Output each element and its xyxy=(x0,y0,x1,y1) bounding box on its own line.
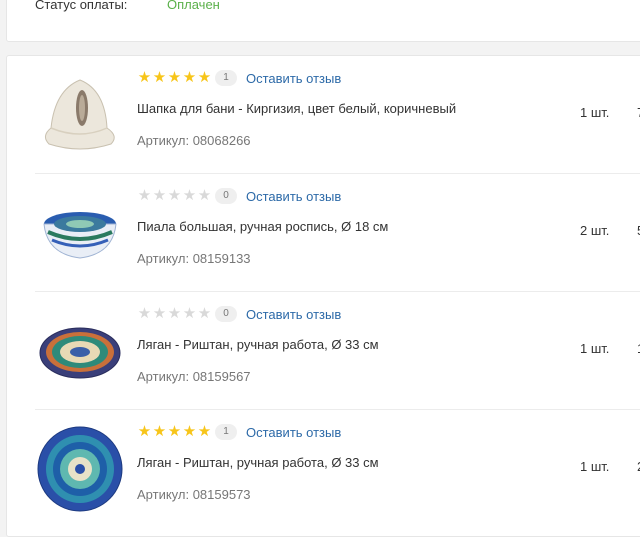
payment-status-label: Статус оплаты: xyxy=(35,0,128,12)
review-count-badge: 1 xyxy=(215,70,237,86)
payment-status-value: Оплачен xyxy=(167,0,220,12)
list-item: ★ ★ ★ ★ ★ 1 Оставить отзыв Ляган - Ришта… xyxy=(7,410,640,528)
bath-hat-image xyxy=(45,79,115,150)
product-quantity: 1 шт. xyxy=(580,459,610,474)
leave-review-link[interactable]: Оставить отзыв xyxy=(246,307,341,322)
product-quantity: 1 шт. xyxy=(580,341,610,356)
star-icon: ★ xyxy=(197,423,212,440)
star-icon: ★ xyxy=(152,69,167,86)
review-count-badge: 1 xyxy=(215,424,237,440)
product-title[interactable]: Ляган - Риштан, ручная работа, Ø 33 см xyxy=(137,337,379,352)
star-icon: ★ xyxy=(152,187,167,204)
product-sku: Артикул: 08159133 xyxy=(137,251,251,266)
star-icon: ★ xyxy=(167,187,182,204)
list-item: ★ ★ ★ ★ ★ 1 Оставить отзыв Шапка для бан… xyxy=(7,56,640,174)
star-icon: ★ xyxy=(167,423,182,440)
star-icon: ★ xyxy=(182,69,197,86)
leave-review-link[interactable]: Оставить отзыв xyxy=(246,189,341,204)
star-icon: ★ xyxy=(137,305,152,322)
star-icon: ★ xyxy=(152,305,167,322)
star-icon: ★ xyxy=(137,69,152,86)
product-title[interactable]: Ляган - Риштан, ручная работа, Ø 33 см xyxy=(137,455,379,470)
star-icon: ★ xyxy=(182,187,197,204)
product-sku: Артикул: 08159567 xyxy=(137,369,251,384)
product-quantity: 2 шт. xyxy=(580,223,610,238)
plate-image xyxy=(39,327,121,379)
review-count-badge: 0 xyxy=(215,188,237,204)
star-icon: ★ xyxy=(197,69,212,86)
rating-stars: ★ ★ ★ ★ ★ 0 Оставить отзыв xyxy=(137,305,341,323)
star-icon: ★ xyxy=(197,187,212,204)
star-icon: ★ xyxy=(167,305,182,322)
rating-stars: ★ ★ ★ ★ ★ 0 Оставить отзыв xyxy=(137,187,341,205)
star-icon: ★ xyxy=(197,305,212,322)
plate-image xyxy=(37,426,123,512)
star-icon: ★ xyxy=(152,423,167,440)
list-item: ★ ★ ★ ★ ★ 0 Оставить отзыв Пиала большая… xyxy=(7,174,640,292)
star-icon: ★ xyxy=(182,305,197,322)
leave-review-link[interactable]: Оставить отзыв xyxy=(246,71,341,86)
rating-stars: ★ ★ ★ ★ ★ 1 Оставить отзыв xyxy=(137,423,341,441)
leave-review-link[interactable]: Оставить отзыв xyxy=(246,425,341,440)
bowl-image xyxy=(43,212,117,259)
product-title[interactable]: Шапка для бани - Киргизия, цвет белый, к… xyxy=(137,101,456,116)
product-sku: Артикул: 08068266 xyxy=(137,133,251,148)
star-icon: ★ xyxy=(137,423,152,440)
star-icon: ★ xyxy=(182,423,197,440)
product-title[interactable]: Пиала большая, ручная роспись, Ø 18 см xyxy=(137,219,388,234)
review-count-badge: 0 xyxy=(215,306,237,322)
payment-status-card: Статус оплаты: Оплачен xyxy=(6,0,640,42)
star-icon: ★ xyxy=(137,187,152,204)
product-sku: Артикул: 08159573 xyxy=(137,487,251,502)
rating-stars: ★ ★ ★ ★ ★ 1 Оставить отзыв xyxy=(137,69,341,87)
order-items-list: ★ ★ ★ ★ ★ 1 Оставить отзыв Шапка для бан… xyxy=(6,55,640,537)
product-quantity: 1 шт. xyxy=(580,105,610,120)
list-item: ★ ★ ★ ★ ★ 0 Оставить отзыв Ляган - Ришта… xyxy=(7,292,640,410)
star-icon: ★ xyxy=(167,69,182,86)
